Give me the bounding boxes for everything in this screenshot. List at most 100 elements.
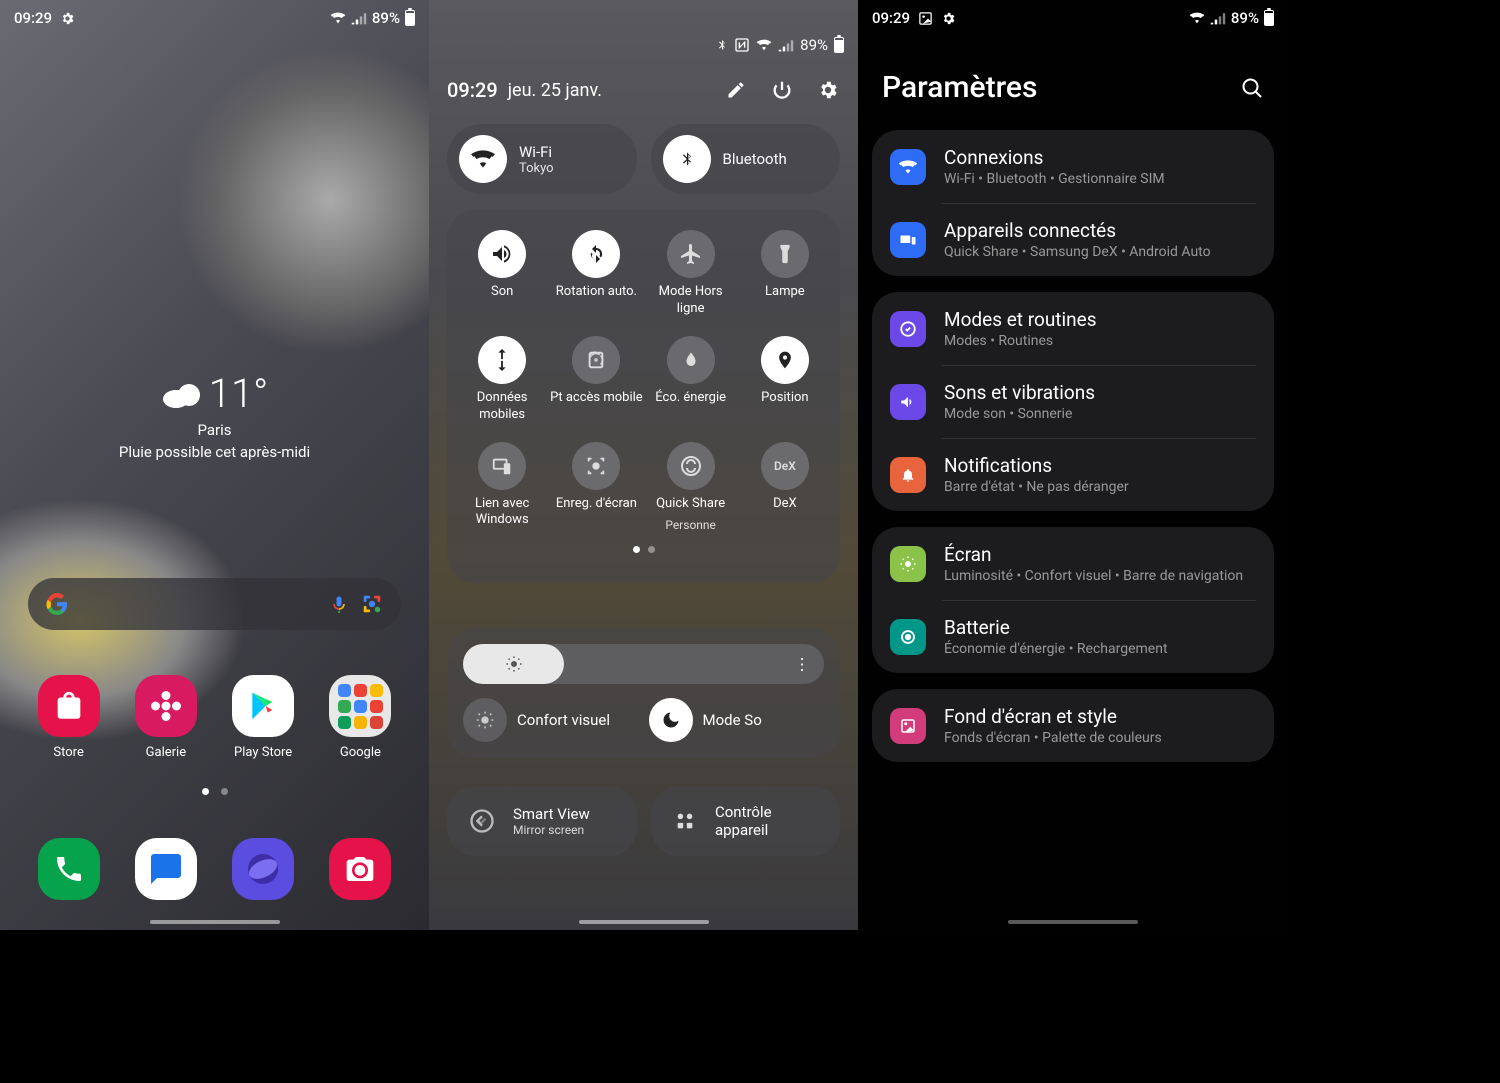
lens-icon[interactable] [361,593,383,615]
settings-item[interactable]: Appareils connectés Quick Share • Samsun… [872,203,1274,276]
qs-tile[interactable]: Position [738,336,832,424]
dock [20,838,409,900]
tile-icon: DeX [761,442,809,490]
battery-percentage: 89% [800,36,828,54]
quick-settings-panel: 89% 09:29 jeu. 25 janv. Wi-FiTokyo Bluet… [429,0,858,930]
weather-temp: 11° [209,370,269,417]
app-store[interactable]: Store [23,675,115,760]
settings-item-icon [890,457,926,493]
settings-item[interactable]: Modes et routines Modes • Routines [872,292,1274,365]
tile-icon [478,442,526,490]
tile-icon [667,442,715,490]
phone-app[interactable] [38,838,100,900]
tile-label: Pt accès mobile [550,390,643,407]
qs-tile[interactable]: Quick Share Personne [644,442,738,533]
more-icon[interactable]: ⋮ [794,655,810,674]
settings-item[interactable]: Écran Luminosité • Confort visuel • Barr… [872,527,1274,600]
device-control-card[interactable]: Contrôle appareil [651,786,841,856]
battery-icon [405,10,415,26]
tile-icon [667,336,715,384]
tile-icon [761,230,809,278]
weather-widget[interactable]: 11° Paris Pluie possible cet après-midi [0,370,429,461]
qs-time: 09:29 [447,78,498,102]
settings-item-label: Modes et routines [944,308,1097,331]
settings-item[interactable]: Fond d'écran et style Fonds d'écran • Pa… [872,689,1274,762]
tile-label: Rotation auto. [556,284,637,301]
settings-group: Modes et routines Modes • Routines Sons … [872,292,1274,511]
battery-percentage: 89% [1231,9,1259,27]
tile-icon [572,442,620,490]
qs-tile[interactable]: Lien avec Windows [455,442,549,533]
settings-item-label: Écran [944,543,1243,566]
tile-icon [667,230,715,278]
tile-icon [572,230,620,278]
page-indicator [0,788,429,795]
settings-list[interactable]: Connexions Wi-Fi • Bluetooth • Gestionna… [872,130,1274,930]
bluetooth-toggle[interactable]: Bluetooth [651,124,841,194]
dark-mode-label: Mode So [703,711,762,729]
gear-icon [941,11,956,26]
browser-app[interactable] [232,838,294,900]
settings-item[interactable]: Batterie Économie d'énergie • Rechargeme… [872,600,1274,673]
settings-item-icon [890,149,926,185]
qs-tile[interactable]: Pt accès mobile [549,336,643,424]
settings-item-label: Sons et vibrations [944,381,1095,404]
settings-item-desc: Barre d'état • Ne pas déranger [944,479,1129,495]
wifi-icon [459,135,507,183]
gear-icon [60,11,75,26]
status-time: 09:29 [872,9,910,27]
qs-tile[interactable]: Son [455,230,549,318]
nav-handle[interactable] [1008,920,1138,924]
qs-tile[interactable]: Lampe [738,230,832,318]
settings-item-desc: Modes • Routines [944,333,1097,349]
eye-comfort-icon [463,698,507,742]
power-icon[interactable] [770,78,794,102]
settings-item[interactable]: Connexions Wi-Fi • Bluetooth • Gestionna… [872,130,1274,203]
tile-label: Lien avec Windows [455,496,549,530]
tile-label: Son [491,284,513,301]
settings-item[interactable]: Sons et vibrations Mode son • Sonnerie [872,365,1274,438]
app-google-folder[interactable]: Google [314,675,406,760]
wifi-icon [756,38,772,52]
brightness-slider[interactable]: ⋮ [463,644,824,684]
settings-item-desc: Économie d'énergie • Rechargement [944,641,1168,657]
app-gallery[interactable]: Galerie [120,675,212,760]
google-logo-icon [46,593,68,615]
bluetooth-icon [716,37,728,53]
wifi-icon [1189,11,1205,25]
eye-comfort-toggle[interactable]: Confort visuel [463,698,639,742]
gear-icon[interactable] [816,78,840,102]
qs-tile[interactable]: DeX DeX [738,442,832,533]
settings-item-label: Connexions [944,146,1165,169]
app-playstore[interactable]: Play Store [217,675,309,760]
qs-tile[interactable]: Données mobiles [455,336,549,424]
search-icon[interactable] [1240,76,1264,100]
battery-icon [834,37,844,53]
wifi-label: Wi-Fi [519,143,554,161]
qs-tile[interactable]: Mode Hors ligne [644,230,738,318]
settings-item-label: Notifications [944,454,1129,477]
dark-mode-toggle[interactable]: Mode So [649,698,825,742]
tile-label: Lampe [765,284,805,301]
mic-icon[interactable] [329,593,349,615]
google-search-bar[interactable] [28,578,401,630]
qs-tile[interactable]: Éco. énergie [644,336,738,424]
nav-handle[interactable] [150,920,280,924]
qs-tile[interactable]: Enreg. d'écran [549,442,643,533]
tile-label: DeX [773,496,797,513]
settings-item-icon [890,222,926,258]
qs-tile[interactable]: Rotation auto. [549,230,643,318]
qs-page-indicator [455,546,832,553]
qs-status-bar: 89% [716,36,844,54]
settings-item[interactable]: Notifications Barre d'état • Ne pas déra… [872,438,1274,511]
app-label: Store [53,745,83,760]
status-time: 09:29 [14,9,52,27]
messages-app[interactable] [135,838,197,900]
nav-handle[interactable] [579,920,709,924]
camera-app[interactable] [329,838,391,900]
weather-city: Paris [0,421,429,439]
edit-icon[interactable] [724,78,748,102]
smart-view-card[interactable]: Smart ViewMirror screen [447,786,637,856]
brightness-panel: ⋮ Confort visuel Mode So [447,628,840,758]
wifi-toggle[interactable]: Wi-FiTokyo [447,124,637,194]
